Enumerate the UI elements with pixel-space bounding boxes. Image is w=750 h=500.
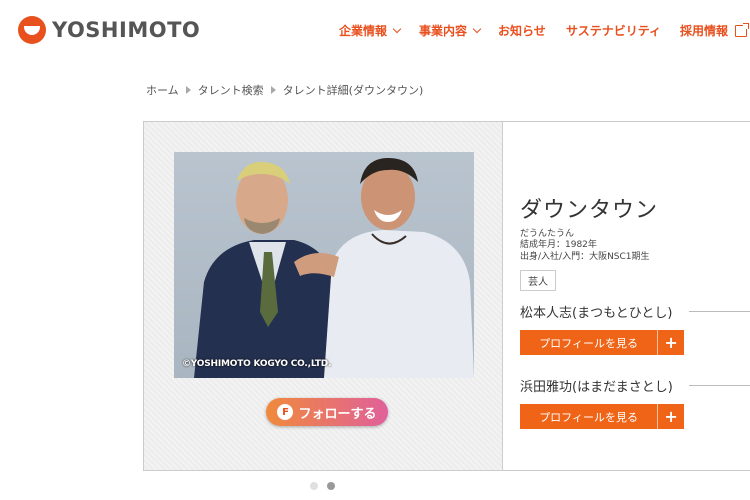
carousel-dots: [310, 482, 344, 490]
chevron-down-icon: [472, 24, 482, 33]
photo-panel: ©YOSHIMOTO KOGYO CO.,LTD. F フォローする: [144, 122, 503, 470]
follow-button[interactable]: F フォローする: [266, 398, 388, 426]
talent-name: ダウンタウン: [520, 198, 659, 223]
photo-copyright: ©YOSHIMOTO KOGYO CO.,LTD.: [182, 359, 332, 369]
talent-category-tag[interactable]: 芸人: [520, 270, 556, 291]
plus-icon: +: [657, 330, 684, 355]
nav-item-business[interactable]: 事業内容: [419, 22, 482, 39]
follow-f-icon: F: [277, 404, 294, 420]
chevron-down-icon: [392, 24, 402, 33]
follow-label: フォローする: [298, 406, 377, 422]
talent-origin: 出身/入社/入門：大阪NSC1期生: [520, 252, 650, 262]
plus-icon: +: [657, 404, 684, 429]
breadcrumb-talent-search[interactable]: タレント検索: [198, 82, 264, 98]
member-divider: [689, 385, 750, 386]
breadcrumb-current: タレント詳細(ダウンタウン): [282, 84, 424, 97]
nav-label: サステナビリティ: [566, 24, 662, 38]
breadcrumb-separator-icon: [270, 86, 276, 94]
breadcrumb-separator-icon: [185, 86, 191, 94]
member-divider: [689, 311, 750, 312]
breadcrumb-home[interactable]: ホーム: [146, 82, 179, 98]
member-name-hamada: 浜田雅功(はまだまさとし): [520, 380, 673, 395]
site-header: YOSHIMOTO 企業情報 事業内容 お知らせ サステナビリティ 採用情報: [0, 0, 750, 60]
nav-item-recruit[interactable]: 採用情報: [680, 22, 750, 39]
talent-card: ©YOSHIMOTO KOGYO CO.,LTD. F フォローする ダウンタウ…: [143, 121, 750, 471]
profile-button-label: プロフィールを見る: [539, 410, 638, 424]
carousel-dot-active[interactable]: [327, 482, 335, 490]
main-nav: 企業情報 事業内容 お知らせ サステナビリティ 採用情報: [0, 22, 750, 42]
profile-button-hamada[interactable]: プロフィールを見る +: [520, 404, 684, 429]
nav-item-sustainability[interactable]: サステナビリティ: [566, 22, 661, 39]
carousel-dot[interactable]: [310, 482, 318, 490]
nav-label: 企業情報: [339, 24, 388, 38]
breadcrumb: ホーム タレント検索 タレント詳細(ダウンタウン): [146, 82, 423, 98]
nav-label: 事業内容: [419, 24, 468, 38]
profile-button-label: プロフィールを見る: [539, 336, 638, 350]
talent-photo: ©YOSHIMOTO KOGYO CO.,LTD.: [174, 152, 474, 378]
profile-button-matsumoto[interactable]: プロフィールを見る +: [520, 330, 684, 355]
nav-label: お知らせ: [498, 24, 546, 38]
nav-item-news[interactable]: お知らせ: [498, 22, 546, 39]
external-link-icon: [735, 22, 750, 37]
nav-label: 採用情報: [680, 24, 729, 38]
member-name-matsumoto: 松本人志(まつもとひとし): [520, 306, 673, 321]
nav-item-corporate[interactable]: 企業情報: [339, 22, 402, 39]
